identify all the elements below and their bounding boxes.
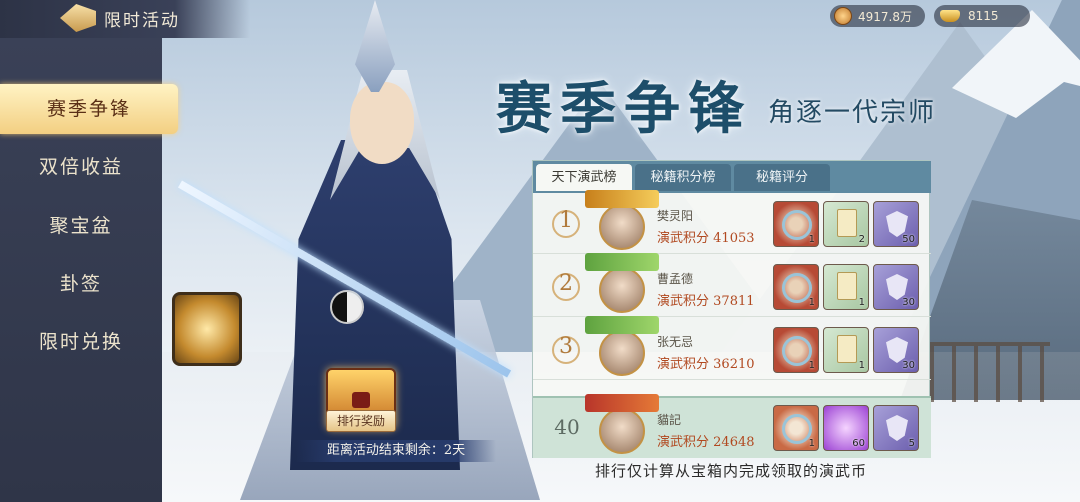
reward-item[interactable]: 50	[873, 201, 919, 247]
title-badge	[585, 316, 659, 334]
reward-item[interactable]: 1	[773, 327, 819, 373]
coin-balance[interactable]: 4917.8万	[830, 5, 925, 27]
reward-count: 5	[908, 438, 915, 449]
reward-item[interactable]: 1	[823, 327, 869, 373]
score-label: 演武积分	[657, 294, 710, 309]
page-title: 限时活动	[104, 11, 180, 31]
score-value: 24648	[713, 435, 755, 450]
avatar[interactable]	[599, 267, 645, 313]
hero-face	[350, 82, 414, 164]
rank-number: 2	[559, 271, 573, 296]
wooden-fence	[930, 342, 1050, 402]
reward-item[interactable]: 1	[773, 201, 819, 247]
avatar[interactable]	[599, 408, 645, 454]
reward-count: 1	[858, 297, 865, 308]
player-score: 演武积分 41053	[657, 227, 755, 246]
coin-amount: 4917.8万	[858, 9, 912, 24]
ranking-panel: 天下演武榜 秘籍积分榜 秘籍评分 1 樊灵阳 演武积分 41053 1 2 50…	[532, 160, 931, 458]
reward-item[interactable]: 60	[823, 405, 869, 451]
card-icon	[837, 272, 857, 300]
sidebar: 赛季争锋 双倍收益 聚宝盆 卦签 限时兑换	[0, 38, 178, 502]
player-score: 演武积分 36210	[657, 353, 755, 372]
rank-number: 1	[559, 208, 573, 233]
reward-item[interactable]: 1	[823, 264, 869, 310]
reward-item[interactable]: 2	[823, 201, 869, 247]
card-icon	[837, 209, 857, 237]
banner-title: 赛季争锋	[496, 76, 752, 142]
score-value: 41053	[713, 231, 755, 246]
reward-count: 1	[808, 297, 815, 308]
score-label: 演武积分	[657, 357, 710, 372]
ranking-rewards-button[interactable]: 排行奖励	[326, 410, 396, 432]
title-badge	[585, 394, 659, 412]
ranking-row[interactable]: 1 樊灵阳 演武积分 41053 1 2 50	[533, 190, 931, 254]
reward-count: 1	[808, 234, 815, 245]
score-label: 演武积分	[657, 231, 710, 246]
reward-count: 1	[858, 360, 865, 371]
score-value: 37811	[713, 294, 755, 309]
tab-manual-points-ranking[interactable]: 秘籍积分榜	[635, 164, 731, 191]
back-arrow-icon[interactable]	[60, 4, 96, 32]
reward-item[interactable]: 5	[873, 405, 919, 451]
sidebar-item-divination[interactable]: 卦签	[0, 259, 162, 309]
player-name: 樊灵阳	[657, 209, 694, 223]
my-rank-number: 40	[554, 415, 580, 439]
reward-count: 30	[902, 360, 915, 371]
rank-number: 3	[559, 334, 573, 359]
bracelet-icon	[782, 414, 812, 444]
reward-count: 60	[852, 438, 865, 449]
reward-item[interactable]: 1	[773, 264, 819, 310]
top-bar: 限时活动	[0, 0, 250, 38]
sidebar-item-season-contest[interactable]: 赛季争锋	[0, 84, 178, 134]
player-score: 演武积分 24648	[657, 431, 755, 450]
taiji-emblem	[330, 290, 364, 324]
title-badge	[585, 253, 659, 271]
bracelet-icon	[782, 273, 812, 303]
score-value: 36210	[713, 357, 755, 372]
bracelet-icon	[782, 336, 812, 366]
score-label: 演武积分	[657, 435, 710, 450]
banner-subtitle: 角逐一代宗师	[768, 98, 937, 128]
reward-count: 1	[808, 438, 815, 449]
reward-count: 2	[858, 234, 865, 245]
reward-count: 30	[902, 297, 915, 308]
avatar[interactable]	[599, 204, 645, 250]
token-icon	[886, 415, 908, 441]
coin-icon	[834, 7, 852, 25]
reward-item[interactable]: 1	[773, 405, 819, 451]
tab-manual-rating[interactable]: 秘籍评分	[734, 164, 830, 191]
reward-item[interactable]: 30	[873, 327, 919, 373]
tab-martial-ranking[interactable]: 天下演武榜	[536, 164, 632, 191]
player-name: 张无忌	[657, 335, 694, 349]
sidebar-item-limited-exchange[interactable]: 限时兑换	[0, 317, 162, 367]
reward-count: 1	[808, 360, 815, 371]
my-ranking-row[interactable]: 40 貓記 演武积分 24648 1 60 5	[533, 394, 931, 458]
player-score: 演武积分 37811	[657, 290, 755, 309]
bracelet-icon	[782, 210, 812, 240]
ranking-row[interactable]: 2 曹孟德 演武积分 37811 1 1 30	[533, 253, 931, 317]
player-name: 曹孟德	[657, 272, 694, 286]
ingot-balance[interactable]: 8115	[934, 5, 1030, 27]
player-name: 貓記	[657, 413, 682, 427]
gold-ingot-icon	[940, 10, 960, 22]
ranking-row[interactable]: 3 张无忌 演武积分 36210 1 1 30	[533, 316, 931, 380]
sidebar-item-double-rewards[interactable]: 双倍收益	[0, 142, 162, 192]
title-badge	[585, 190, 659, 208]
avatar[interactable]	[599, 330, 645, 376]
sidebar-item-treasure-bowl[interactable]: 聚宝盆	[0, 201, 162, 251]
ranking-tabs: 天下演武榜 秘籍积分榜 秘籍评分	[533, 161, 931, 193]
reward-count: 50	[902, 234, 915, 245]
card-icon	[837, 335, 857, 363]
reward-item[interactable]: 30	[873, 264, 919, 310]
event-countdown: 距离活动结束剩余：2天	[296, 440, 496, 462]
ingot-amount: 8115	[968, 9, 999, 23]
ranking-footnote: 排行仅计算从宝箱内完成领取的演武币	[594, 462, 867, 480]
